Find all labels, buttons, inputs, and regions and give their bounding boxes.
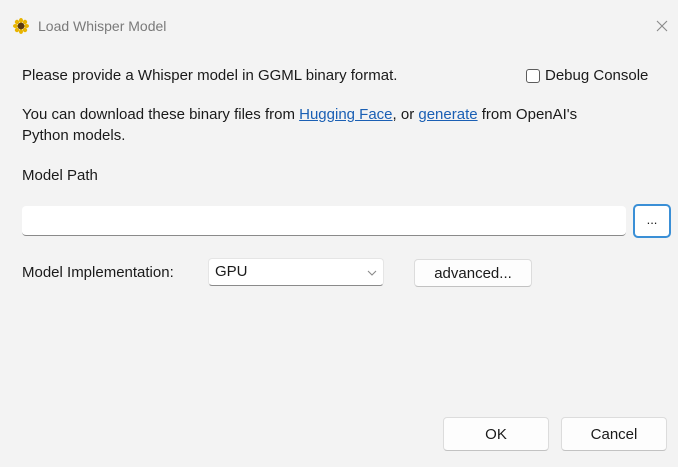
title-bar: Load Whisper Model bbox=[0, 0, 678, 48]
window-title: Load Whisper Model bbox=[38, 18, 167, 34]
close-icon bbox=[656, 20, 668, 32]
hugging-face-link[interactable]: Hugging Face bbox=[299, 106, 392, 123]
download-middle: , or bbox=[392, 106, 419, 123]
download-info-line2: Python models. bbox=[22, 127, 126, 144]
advanced-button[interactable]: advanced... bbox=[414, 259, 532, 287]
download-prefix: You can download these binary files from bbox=[22, 106, 300, 123]
browse-button[interactable]: ... bbox=[633, 204, 671, 238]
debug-console-label: Debug Console bbox=[545, 67, 649, 84]
select-value: GPU bbox=[215, 263, 248, 280]
model-implementation-select[interactable]: GPU bbox=[208, 258, 384, 286]
load-whisper-model-dialog: Load Whisper Model Please provide a Whis… bbox=[0, 0, 678, 467]
chevron-down-icon bbox=[367, 270, 377, 276]
ok-button[interactable]: OK bbox=[443, 417, 549, 451]
download-suffix: from OpenAI's bbox=[477, 106, 578, 123]
model-implementation-label: Model Implementation: bbox=[22, 264, 174, 281]
generate-link[interactable]: generate bbox=[418, 106, 477, 123]
model-path-label: Model Path bbox=[22, 167, 98, 184]
debug-console-checkbox[interactable]: Debug Console bbox=[526, 66, 648, 86]
close-button[interactable] bbox=[650, 14, 674, 38]
sunflower-icon bbox=[13, 18, 29, 34]
model-path-input[interactable] bbox=[22, 206, 626, 236]
download-info-text: You can download these binary files from… bbox=[22, 105, 577, 125]
intro-text: Please provide a Whisper model in GGML b… bbox=[22, 67, 398, 84]
cancel-button[interactable]: Cancel bbox=[561, 417, 667, 451]
checkbox-box[interactable] bbox=[526, 69, 540, 83]
